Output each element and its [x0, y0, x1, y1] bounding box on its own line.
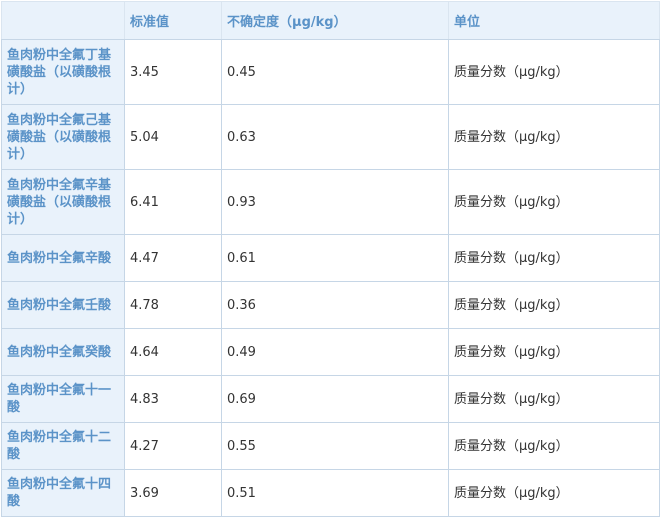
row-unit: 质量分数（μg/kg） — [448, 104, 660, 170]
row-unit: 质量分数（μg/kg） — [448, 469, 660, 517]
table-row: 鱼肉粉中全氟十一酸 4.83 0.69 质量分数（μg/kg） — [1, 375, 660, 423]
row-substance-name: 鱼肉粉中全氟癸酸 — [1, 328, 125, 376]
row-substance-name: 鱼肉粉中全氟辛酸 — [1, 234, 125, 282]
row-uncertainty: 0.49 — [221, 328, 449, 376]
row-unit: 质量分数（μg/kg） — [448, 39, 660, 105]
table-row: 鱼肉粉中全氟己基磺酸盐（以磺酸根计） 5.04 0.63 质量分数（μg/kg） — [1, 104, 660, 170]
row-standard-value: 4.78 — [124, 281, 222, 329]
row-substance-name: 鱼肉粉中全氟十二酸 — [1, 422, 125, 470]
row-standard-value: 5.04 — [124, 104, 222, 170]
row-standard-value: 3.45 — [124, 39, 222, 105]
table-row: 鱼肉粉中全氟十二酸 4.27 0.55 质量分数（μg/kg） — [1, 422, 660, 470]
table-body: 鱼肉粉中全氟丁基磺酸盐（以磺酸根计） 3.45 0.45 质量分数（μg/kg）… — [1, 39, 660, 517]
row-unit: 质量分数（μg/kg） — [448, 375, 660, 423]
row-substance-name: 鱼肉粉中全氟十四酸 — [1, 469, 125, 517]
row-unit: 质量分数（μg/kg） — [448, 169, 660, 235]
row-standard-value: 4.47 — [124, 234, 222, 282]
row-standard-value: 6.41 — [124, 169, 222, 235]
table-row: 鱼肉粉中全氟壬酸 4.78 0.36 质量分数（μg/kg） — [1, 281, 660, 329]
header-row: 标准值 不确定度（μg/kg） 单位 — [1, 1, 660, 40]
row-unit: 质量分数（μg/kg） — [448, 422, 660, 470]
table-row: 鱼肉粉中全氟癸酸 4.64 0.49 质量分数（μg/kg） — [1, 328, 660, 376]
row-uncertainty: 0.63 — [221, 104, 449, 170]
row-uncertainty: 0.45 — [221, 39, 449, 105]
header-cell-empty — [1, 1, 125, 40]
row-uncertainty: 0.69 — [221, 375, 449, 423]
table-row: 鱼肉粉中全氟辛基磺酸盐（以磺酸根计） 6.41 0.93 质量分数（μg/kg） — [1, 169, 660, 235]
header-cell-uncertainty: 不确定度（μg/kg） — [221, 1, 449, 40]
row-unit: 质量分数（μg/kg） — [448, 281, 660, 329]
row-substance-name: 鱼肉粉中全氟十一酸 — [1, 375, 125, 423]
row-uncertainty: 0.36 — [221, 281, 449, 329]
row-uncertainty: 0.55 — [221, 422, 449, 470]
row-substance-name: 鱼肉粉中全氟丁基磺酸盐（以磺酸根计） — [1, 39, 125, 105]
row-standard-value: 4.27 — [124, 422, 222, 470]
row-uncertainty: 0.61 — [221, 234, 449, 282]
table-row: 鱼肉粉中全氟辛酸 4.47 0.61 质量分数（μg/kg） — [1, 234, 660, 282]
row-uncertainty: 0.51 — [221, 469, 449, 517]
row-standard-value: 4.64 — [124, 328, 222, 376]
row-substance-name: 鱼肉粉中全氟己基磺酸盐（以磺酸根计） — [1, 104, 125, 170]
row-standard-value: 4.83 — [124, 375, 222, 423]
reference-values-table: 标准值 不确定度（μg/kg） 单位 鱼肉粉中全氟丁基磺酸盐（以磺酸根计） 3.… — [1, 1, 660, 517]
row-uncertainty: 0.93 — [221, 169, 449, 235]
header-cell-unit: 单位 — [448, 1, 660, 40]
header-cell-standard-value: 标准值 — [124, 1, 222, 40]
table-row: 鱼肉粉中全氟丁基磺酸盐（以磺酸根计） 3.45 0.45 质量分数（μg/kg） — [1, 39, 660, 105]
table-row: 鱼肉粉中全氟十四酸 3.69 0.51 质量分数（μg/kg） — [1, 469, 660, 517]
row-substance-name: 鱼肉粉中全氟辛基磺酸盐（以磺酸根计） — [1, 169, 125, 235]
row-substance-name: 鱼肉粉中全氟壬酸 — [1, 281, 125, 329]
row-standard-value: 3.69 — [124, 469, 222, 517]
table-header: 标准值 不确定度（μg/kg） 单位 — [1, 1, 660, 40]
row-unit: 质量分数（μg/kg） — [448, 234, 660, 282]
row-unit: 质量分数（μg/kg） — [448, 328, 660, 376]
